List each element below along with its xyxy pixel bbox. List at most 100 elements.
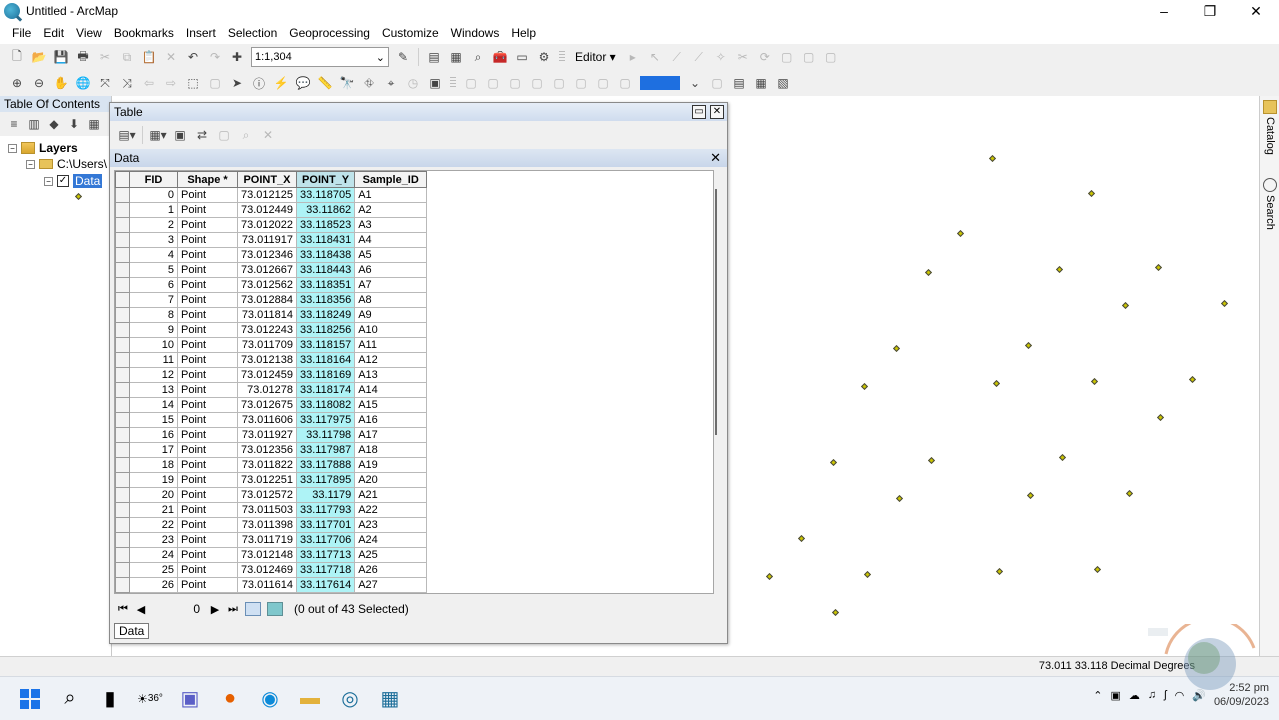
add-data-icon[interactable]: ✚ [227,47,247,67]
cell-sample-id[interactable]: A21 [354,487,428,503]
cell-point-x[interactable]: 73.01278 [237,382,297,398]
menu-bookmarks[interactable]: Bookmarks [108,26,180,40]
row-selector[interactable] [115,397,130,413]
cell-point-x[interactable]: 73.011398 [237,517,297,533]
cell-point-y[interactable]: 33.118157 [295,337,356,353]
edge-icon[interactable]: ◉ [250,679,290,719]
cell-point-y[interactable]: 33.11862 [295,202,356,218]
map-point[interactable] [1122,302,1130,310]
delete-icon[interactable]: ✕ [161,47,181,67]
show-all-records-button[interactable] [245,602,261,616]
map-point[interactable] [957,230,965,238]
map-point[interactable] [988,154,996,162]
go-to-xy-icon[interactable]: ⌖ [381,73,401,93]
map-point[interactable] [864,570,872,578]
teams-icon[interactable]: ▣ [170,679,210,719]
cell-point-y[interactable]: 33.118249 [295,307,356,323]
cell-fid[interactable]: 11 [129,352,178,368]
map-point[interactable] [1056,265,1064,273]
map-point[interactable] [1157,414,1165,422]
row-selector[interactable] [115,427,130,443]
delete-selected-icon[interactable]: ✕ [258,125,278,145]
cell-sample-id[interactable]: A4 [354,232,428,248]
table-close-button[interactable]: ✕ [710,105,724,119]
cell-shape[interactable]: Point [177,517,238,533]
zoom-to-selected-icon[interactable]: ⌕ [236,125,256,145]
cell-point-x[interactable]: 73.011709 [237,337,297,353]
straight-segment-icon[interactable]: ⟋ [667,47,687,67]
column-header-sample-id[interactable]: Sample_ID [354,171,428,188]
cell-shape[interactable]: Point [177,442,238,458]
row-selector[interactable] [115,457,130,473]
pan-icon[interactable]: ✋ [51,73,71,93]
list-by-drawing-order-icon[interactable]: ≡ [5,114,23,134]
row-selector[interactable] [115,517,130,533]
full-extent-icon[interactable]: 🌐 [73,73,93,93]
row-selector[interactable] [115,247,130,263]
identify-icon[interactable]: ⓘ [249,73,269,93]
cell-sample-id[interactable]: A3 [354,217,428,233]
cell-fid[interactable]: 8 [129,307,178,323]
row-selector[interactable] [115,382,130,398]
draw-tool-8-icon[interactable]: ▢ [615,73,635,93]
cell-point-y[interactable]: 33.118705 [295,187,356,203]
cell-fid[interactable]: 15 [129,412,178,428]
map-point[interactable] [1027,492,1035,500]
cell-fid[interactable]: 19 [129,472,178,488]
map-point[interactable] [1221,299,1229,308]
map-point[interactable] [765,572,774,580]
chevron-down-icon[interactable]: ⌄ [685,73,705,93]
row-selector-header[interactable] [115,171,130,188]
cell-point-y[interactable]: 33.118438 [295,247,356,263]
cell-shape[interactable]: Point [177,562,238,578]
clear-selection-icon[interactable]: ▢ [205,73,225,93]
network-icon[interactable]: ▣ [1111,689,1121,702]
layout-tool-2-icon[interactable]: ▤ [729,73,749,93]
draw-tool-5-icon[interactable]: ▢ [549,73,569,93]
collapse-data-layer-icon[interactable]: − [44,176,53,186]
cell-point-y[interactable]: 33.117888 [295,457,356,473]
cell-point-x[interactable]: 73.012562 [237,277,297,293]
cell-point-y[interactable]: 33.118351 [295,277,356,293]
print-icon[interactable]: 🖶 [73,47,93,67]
draw-tool-7-icon[interactable]: ▢ [593,73,613,93]
sketch-properties-icon[interactable]: ▢ [799,47,819,67]
cell-shape[interactable]: Point [177,532,238,548]
cell-sample-id[interactable]: A26 [354,562,428,578]
copy-icon[interactable]: ⧉ [117,47,137,67]
cell-point-y[interactable]: 33.117975 [295,412,356,428]
close-table-tab-icon[interactable]: ✕ [710,150,721,166]
list-by-visibility-icon[interactable]: ◆ [45,114,63,134]
folder-path-label[interactable]: C:\Users\ [57,157,107,171]
cell-shape[interactable]: Point [177,217,238,233]
current-record[interactable]: 0 [150,602,206,616]
cell-point-x[interactable]: 73.012148 [237,547,297,563]
cell-point-y[interactable]: 33.1179 [295,487,356,503]
row-selector[interactable] [115,232,130,248]
scale-dropdown[interactable]: 1:1,304 ⌄ [251,47,389,67]
list-by-source-icon[interactable]: ▥ [25,114,43,134]
cell-point-y[interactable]: 33.11798 [295,427,356,443]
cell-point-x[interactable]: 73.011814 [237,307,297,323]
draw-tool-1-icon[interactable]: ▢ [461,73,481,93]
show-selected-records-button[interactable] [267,602,283,616]
firefox-icon[interactable]: ● [210,679,250,719]
measure-icon[interactable]: 📏 [315,73,335,93]
menu-view[interactable]: View [70,26,108,40]
row-selector[interactable] [115,547,130,563]
map-point[interactable] [861,382,869,390]
column-header-fid[interactable]: FID [129,171,178,188]
draw-tool-2-icon[interactable]: ▢ [483,73,503,93]
paste-icon[interactable]: 📋 [139,47,159,67]
cell-sample-id[interactable]: A12 [354,352,428,368]
column-header-point-x[interactable]: POINT_X [237,171,297,188]
map-point[interactable] [1154,263,1162,271]
row-selector[interactable] [115,307,130,323]
python-window-icon[interactable]: ▭ [512,47,532,67]
cell-shape[interactable]: Point [177,397,238,413]
cell-fid[interactable]: 26 [129,577,178,593]
cell-shape[interactable]: Point [177,352,238,368]
cell-shape[interactable]: Point [177,367,238,383]
weather-icon[interactable]: ☀ 36° [130,679,170,719]
arctoolbox-icon[interactable]: 🧰 [490,47,510,67]
